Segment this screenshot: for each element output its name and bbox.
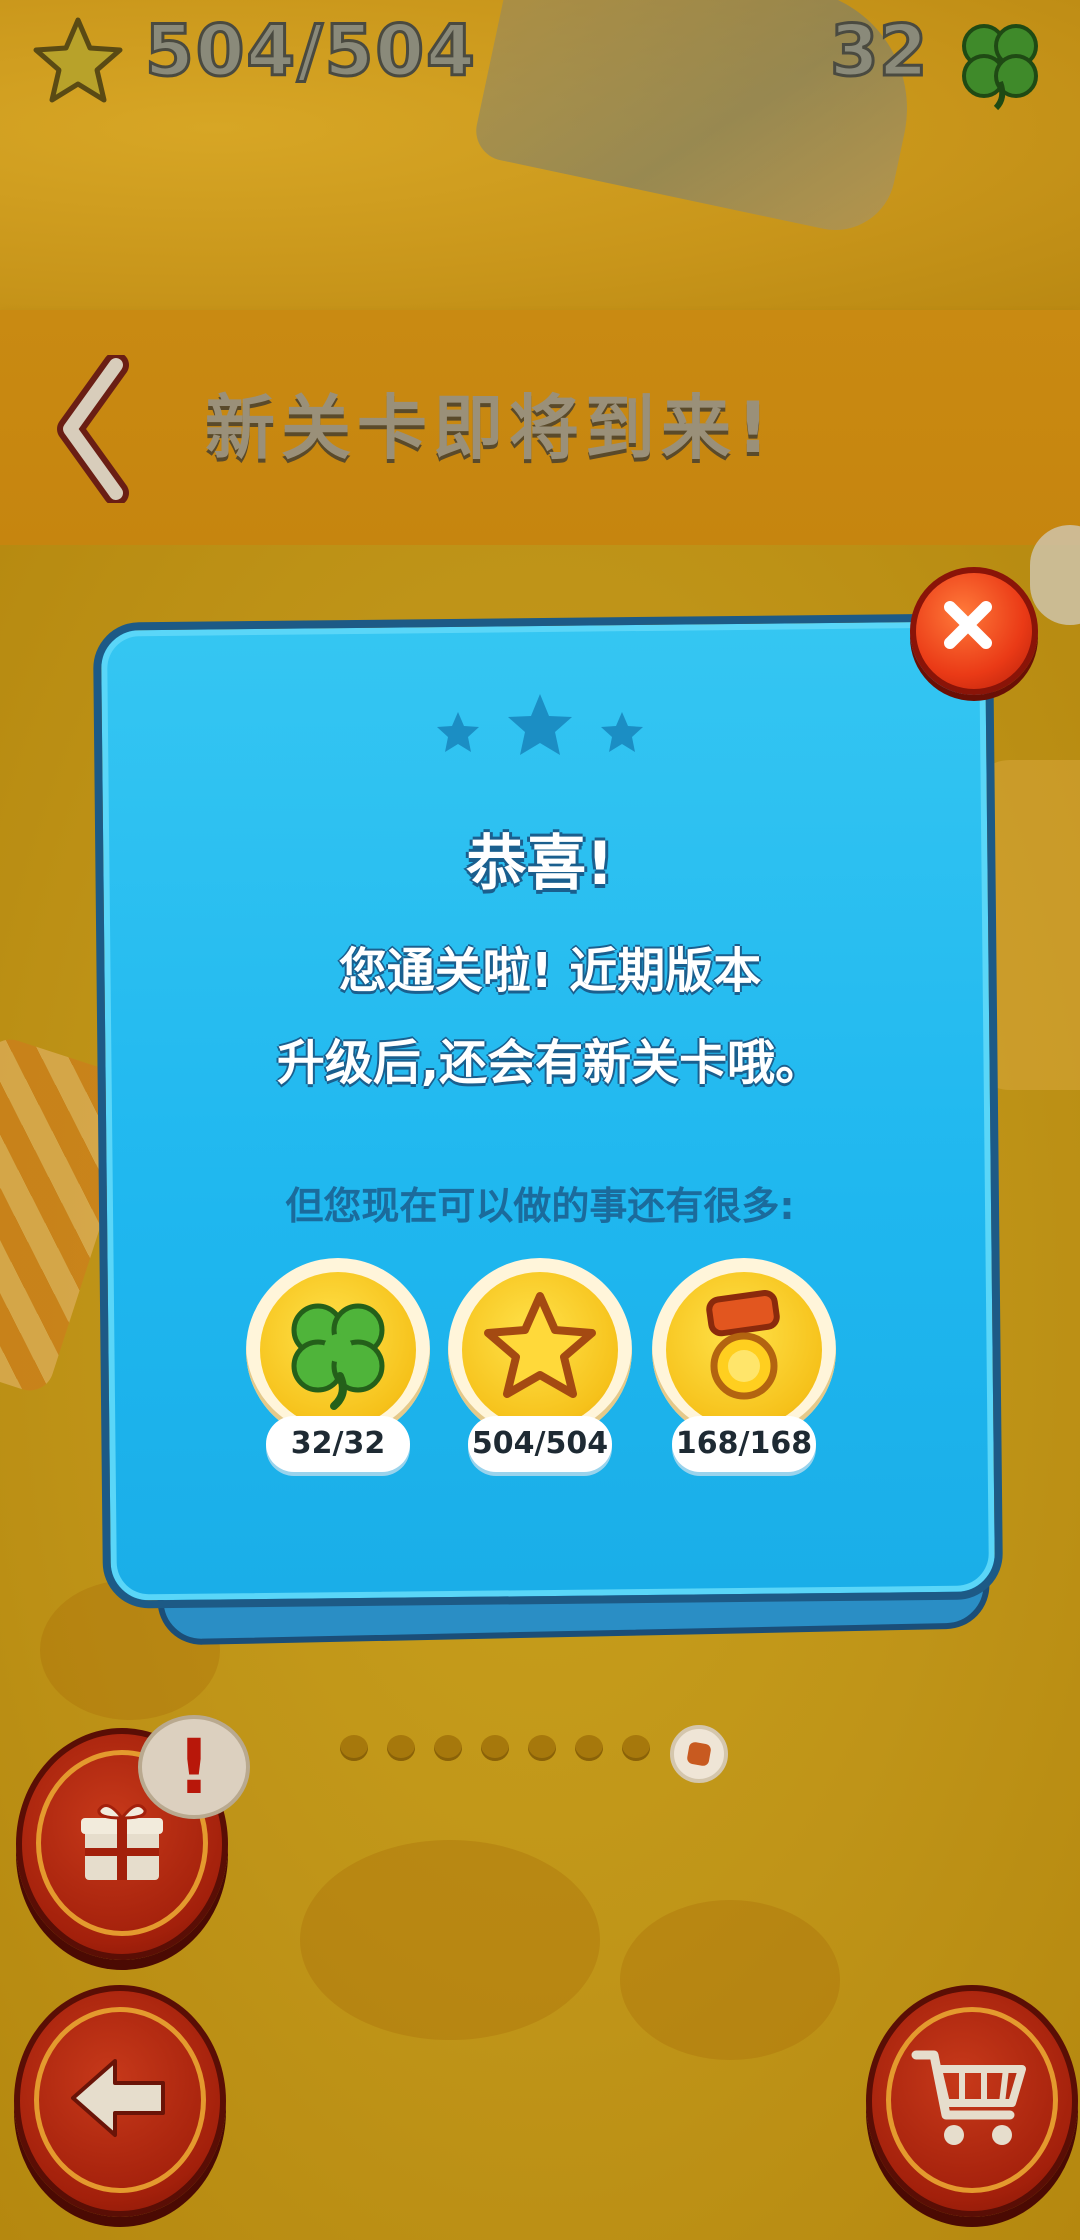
page-dot[interactable] (340, 1735, 368, 1761)
page-dot[interactable] (387, 1735, 415, 1761)
star-icon (484, 1292, 596, 1398)
dialog-message: 您通关啦! 近期版本 升级后,还会有新关卡哦。 (150, 925, 950, 1109)
page-dot[interactable] (434, 1735, 462, 1761)
banner-title: 新关卡即将到来! (205, 387, 775, 469)
achievement-medals[interactable]: 168/168 (652, 1258, 836, 1478)
message-line: 升级后,还会有新关卡哦。 (276, 1035, 824, 1091)
star-icon (30, 14, 126, 110)
clovers-counter: 32 (828, 9, 928, 94)
stars-rating (430, 690, 650, 770)
page-dot-active[interactable] (670, 1725, 728, 1783)
clover-icon (950, 12, 1050, 112)
alert-icon: ! (176, 1722, 212, 1811)
back-button[interactable] (14, 1985, 226, 2217)
background-blob (300, 1840, 600, 2040)
star-icon (601, 712, 643, 752)
star-icon (508, 694, 572, 755)
achievement-clovers[interactable]: 32/32 (246, 1258, 430, 1478)
achievement-value: 504/504 (468, 1416, 612, 1472)
page-dot[interactable] (528, 1735, 556, 1761)
dialog-subtitle: 但您现在可以做的事还有很多: (285, 1184, 795, 1228)
page-indicator (340, 1725, 740, 1783)
close-icon (944, 601, 992, 649)
stars-counter: 504/504 (144, 9, 477, 94)
page-dot[interactable] (575, 1735, 603, 1761)
cart-icon (911, 2050, 1026, 2145)
background-blob (620, 1900, 840, 2060)
page-dot[interactable] (481, 1735, 509, 1761)
achievement-value: 32/32 (266, 1416, 410, 1472)
arrow-left-icon (71, 2059, 165, 2137)
clover-icon (291, 1303, 385, 1410)
message-line: 您通关啦! 近期版本 (338, 943, 762, 999)
page-dot[interactable] (622, 1735, 650, 1761)
achievement-stars[interactable]: 504/504 (448, 1258, 632, 1478)
notification-badge: ! (138, 1715, 250, 1819)
chevron-left-icon[interactable] (56, 352, 132, 506)
star-icon (437, 712, 479, 752)
close-button[interactable] (910, 567, 1038, 695)
dialog-title: 恭喜! (466, 829, 614, 899)
medal-icon (706, 1290, 780, 1400)
achievement-value: 168/168 (672, 1416, 816, 1472)
shop-button[interactable] (866, 1985, 1078, 2217)
